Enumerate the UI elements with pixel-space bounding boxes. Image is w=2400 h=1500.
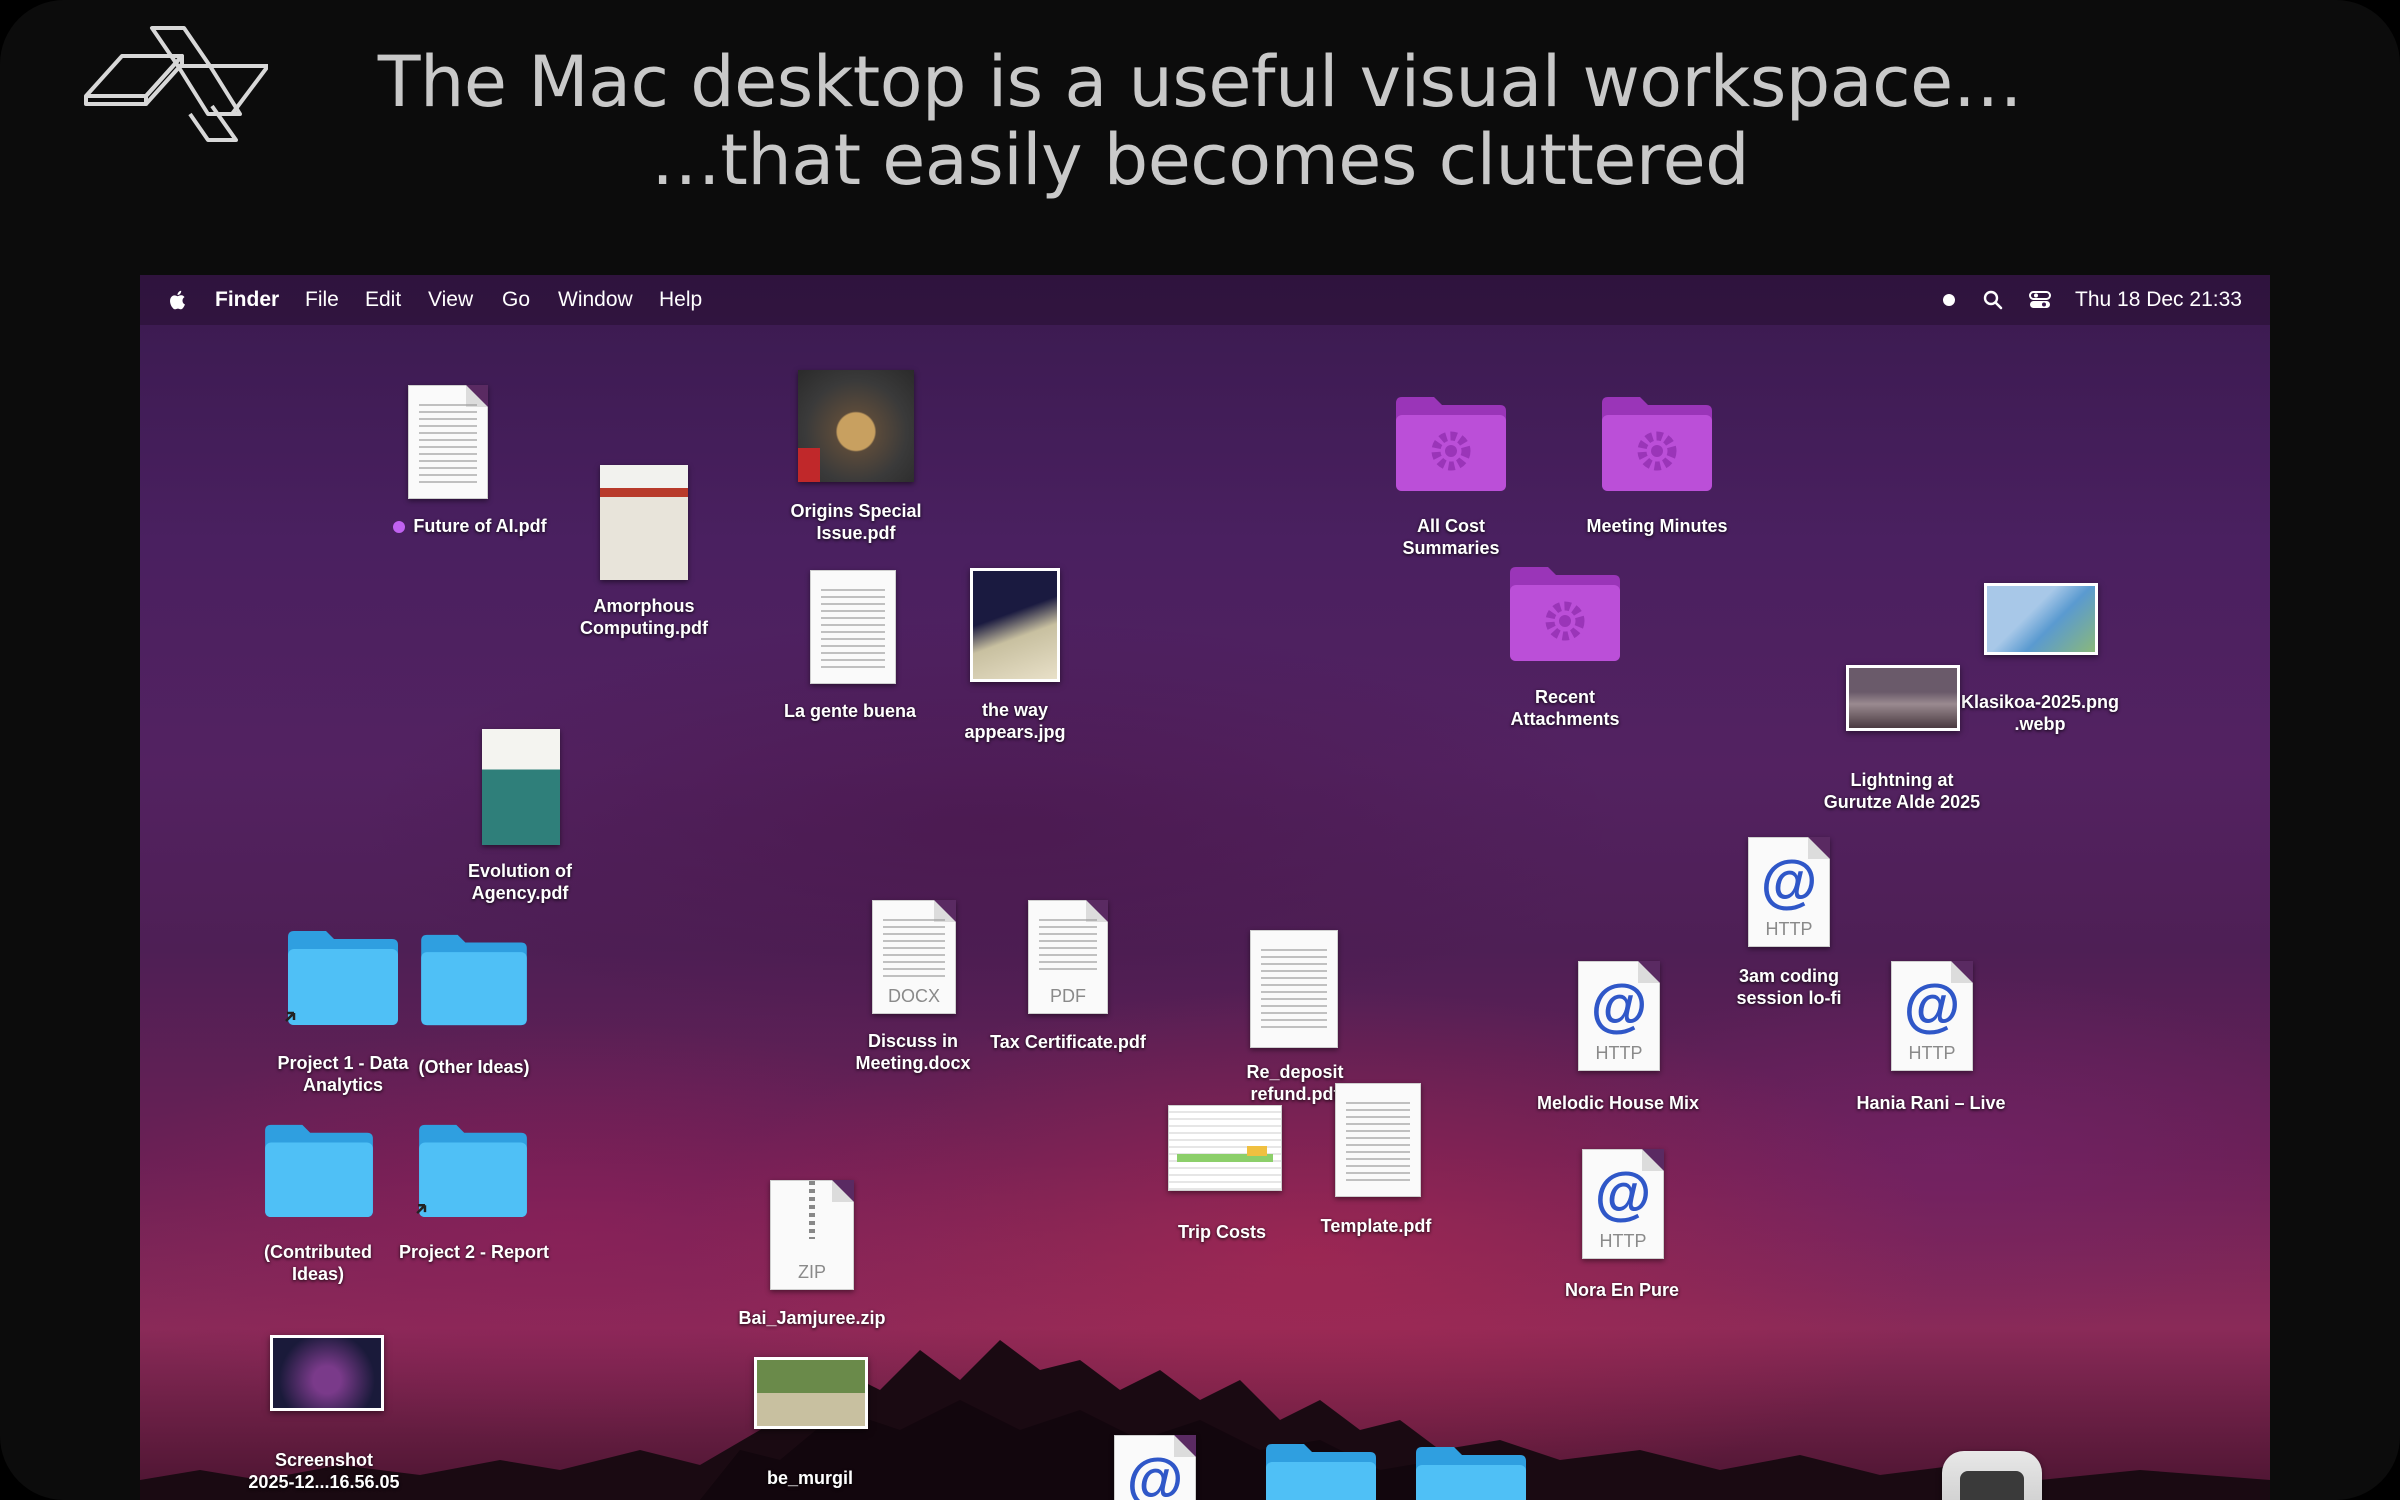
file-label-line2: .webp (2014, 714, 2066, 734)
folder-label-line2: Summaries (1402, 538, 1500, 558)
folder-label-line2: Ideas) (291, 1264, 345, 1284)
file-label: Tax Certificate.pdf (990, 1032, 1146, 1052)
folder-icon-project-2[interactable] (414, 1121, 532, 1219)
menu-bar-clock[interactable]: Thu 18 Dec 21:33 (2075, 288, 2242, 312)
control-center-icon[interactable] (2028, 288, 2052, 312)
file-label: Hania Rani – Live (1856, 1093, 2006, 1113)
book-cover-thumbnail (600, 465, 688, 580)
webloc-thumbnail: @ HTTP (1748, 837, 1830, 947)
file-label: Amorphous (593, 596, 695, 616)
folder-label-line2: Attachments (1510, 709, 1620, 729)
document-thumbnail (810, 570, 896, 684)
folder-icon-partial[interactable] (1412, 1443, 1530, 1500)
menu-help[interactable]: Help (659, 288, 702, 312)
file-label-line2: Agency.pdf (471, 883, 569, 903)
folder-icon-project-1[interactable] (284, 927, 402, 1027)
folder-icon-other-ideas[interactable] (416, 931, 532, 1027)
pdf-thumbnail (1335, 1083, 1421, 1197)
smart-folder-icon-meeting-minutes[interactable] (1598, 393, 1716, 493)
file-label: Nora En Pure (1564, 1280, 1680, 1300)
file-label: Lightning at (1850, 770, 1954, 790)
file-label: the way (981, 700, 1049, 720)
menu-edit[interactable]: Edit (365, 288, 401, 312)
slide-frame: The Mac desktop is a useful visual works… (0, 0, 2400, 1500)
menu-view[interactable]: View (428, 288, 473, 312)
file-label-line2: Gurutze Alde 2025 (1823, 792, 1981, 812)
magazine-cover-thumbnail (798, 370, 914, 482)
logo-icon (84, 26, 268, 142)
folder-label: All Cost (1416, 516, 1485, 536)
menu-finder[interactable]: Finder (215, 288, 279, 312)
map-image-thumbnail (1984, 583, 2098, 655)
docx-thumbnail: DOCX (872, 900, 956, 1014)
file-label: be_murgil (766, 1468, 854, 1488)
webloc-thumbnail: @ (1114, 1435, 1196, 1500)
file-label: 3am coding (1738, 966, 1840, 986)
spreadsheet-thumbnail (1168, 1105, 1282, 1191)
menu-go[interactable]: Go (502, 288, 530, 312)
headline-line-1: The Mac desktop is a useful visual works… (377, 41, 2023, 123)
zip-thumbnail: ZIP (770, 1180, 854, 1290)
smart-folder-icon-recent-attachments[interactable] (1506, 563, 1624, 663)
search-icon[interactable] (1981, 288, 2005, 312)
file-label-line2: Meeting.docx (855, 1053, 971, 1073)
folder-icon-partial[interactable] (1262, 1440, 1380, 1500)
file-label: Melodic House Mix (1536, 1093, 1700, 1113)
screenshot-thumbnail (270, 1335, 384, 1411)
file-label: Trip Costs (1177, 1222, 1266, 1242)
file-label: Future of AI.pdf (360, 515, 580, 537)
menu-bar: Finder File Edit View Go Window Help Thu… (140, 275, 2270, 325)
folder-label: Meeting Minutes (1586, 516, 1728, 536)
file-label: Origins Special (790, 501, 922, 521)
mac-desktop[interactable]: Finder File Edit View Go Window Help Thu… (140, 275, 2270, 1500)
folder-label: (Other Ideas) (418, 1057, 530, 1077)
photo-thumbnail (970, 568, 1060, 682)
file-label-line2: 2025-12...16.56.05 (248, 1472, 400, 1492)
menu-file[interactable]: File (305, 288, 339, 312)
recording-dot-icon[interactable] (1937, 288, 1961, 312)
photo-thumbnail (754, 1357, 868, 1429)
file-label-line2: appears.jpg (964, 722, 1066, 742)
pdf-thumbnail (1250, 930, 1338, 1048)
file-label-text: Future of AI.pdf (413, 516, 547, 536)
book-cover-thumbnail (482, 729, 560, 845)
file-label-line2: Issue.pdf (816, 523, 896, 543)
headline-line-2: …that easily becomes cluttered (650, 119, 1750, 201)
file-label: Bai_Jamjuree.zip (738, 1308, 886, 1328)
pdf-thumbnail (408, 385, 488, 499)
file-label-line2: session lo-fi (1736, 988, 1842, 1008)
folder-label: Project 2 - Report (398, 1242, 550, 1262)
menu-window[interactable]: Window (558, 288, 633, 312)
file-label: Klasikoa-2025.png (1960, 692, 2120, 712)
file-label: Evolution of (468, 861, 572, 881)
file-label: Screenshot (274, 1450, 374, 1470)
purple-tag-icon (393, 521, 406, 534)
photo-thumbnail (1846, 665, 1960, 731)
folder-icon-contributed-ideas[interactable] (260, 1121, 378, 1219)
webloc-thumbnail: @ HTTP (1582, 1149, 1664, 1259)
file-label-line2: Computing.pdf (580, 618, 708, 638)
webloc-thumbnail: @ HTTP (1578, 961, 1660, 1071)
apple-menu-icon[interactable] (166, 288, 190, 312)
pdf-thumbnail: PDF (1028, 900, 1108, 1014)
folder-label: Recent (1534, 687, 1596, 707)
file-label: Re_deposit (1246, 1062, 1344, 1082)
smart-folder-icon-all-cost-summaries[interactable] (1392, 393, 1510, 493)
webloc-thumbnail: @ HTTP (1891, 961, 1973, 1071)
